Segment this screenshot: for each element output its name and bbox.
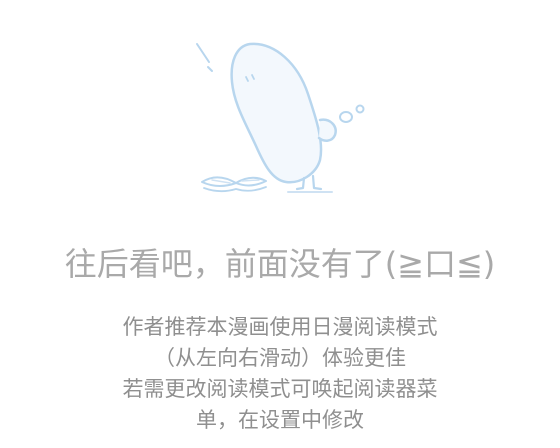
notice-line: 单，在设置中修改 bbox=[196, 408, 364, 432]
notice-line: 若需更改阅读模式可唤起阅读器菜 bbox=[122, 377, 438, 401]
end-of-content-message: 往后看吧，前面没有了(≧口≦) bbox=[64, 245, 496, 283]
reading-mode-recommendation: 作者推荐本漫画使用日漫阅读模式 （从左向右滑动）体验更佳 若需更改阅读模式可唤起… bbox=[0, 312, 560, 436]
notice-line: 作者推荐本漫画使用日漫阅读模式 bbox=[122, 315, 438, 339]
bean-character-reading-book-icon bbox=[180, 34, 380, 204]
notice-line: （从左向右滑动）体验更佳 bbox=[154, 346, 406, 370]
